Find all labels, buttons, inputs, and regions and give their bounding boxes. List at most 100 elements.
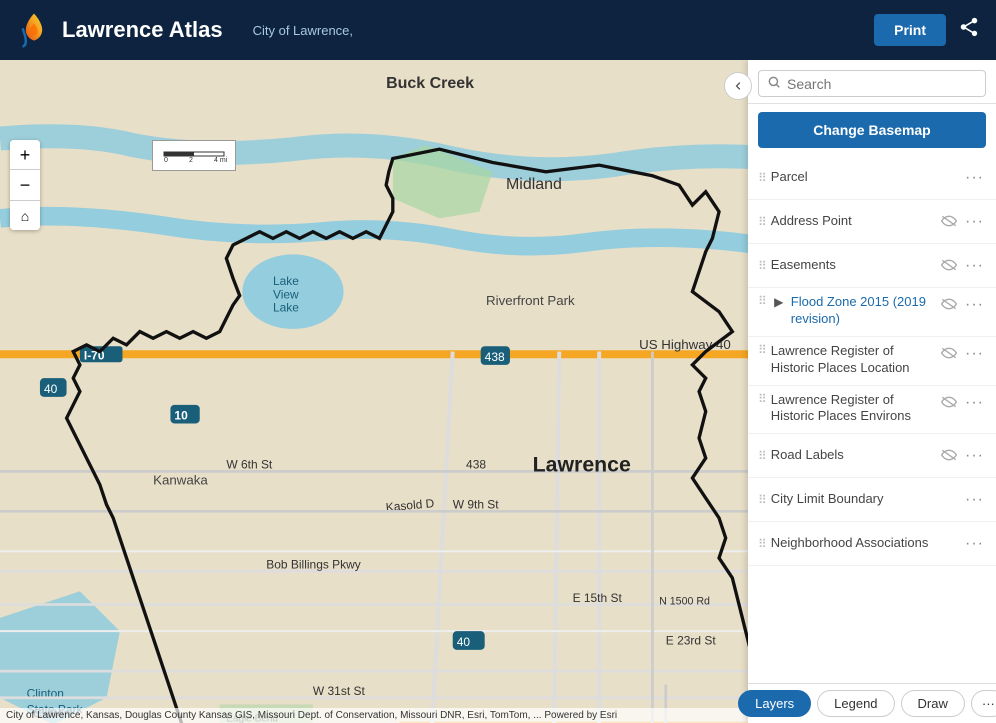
svg-text:Buck Creek: Buck Creek <box>386 75 474 92</box>
layer-eye-historic-location[interactable] <box>939 344 959 364</box>
drag-handle-historic-environs[interactable]: ⠿ <box>758 392 765 406</box>
layer-more-historic-location[interactable]: ··· <box>963 343 986 365</box>
scale-bar: 0 2 4 mi <box>152 140 236 171</box>
map-controls: + − ⌂ <box>10 140 40 230</box>
layer-name-city-boundary: City Limit Boundary <box>771 491 959 508</box>
layer-more-historic-environs[interactable]: ··· <box>963 392 986 414</box>
layer-name-parcel: Parcel <box>771 169 959 186</box>
layer-item-parcel: ⠿ Parcel ··· <box>748 156 996 200</box>
layer-item-address-point: ⠿ Address Point ··· <box>748 200 996 244</box>
drag-handle-road-labels[interactable]: ⠿ <box>758 449 765 463</box>
svg-text:438: 438 <box>485 350 505 364</box>
search-bar <box>748 60 996 104</box>
layer-name-flood-zone: Flood Zone 2015 (2019 revision) <box>791 294 935 328</box>
chevron-left-icon <box>732 80 744 92</box>
svg-text:Riverfront Park: Riverfront Park <box>486 293 575 308</box>
layer-name-historic-environs: Lawrence Register of Historic Places Env… <box>771 392 935 426</box>
layer-name-historic-location: Lawrence Register of Historic Places Loc… <box>771 343 935 377</box>
header-actions: Print <box>874 14 980 46</box>
drag-handle-historic-location[interactable]: ⠿ <box>758 343 765 357</box>
layer-more-address-point[interactable]: ··· <box>963 211 986 233</box>
tab-legend[interactable]: Legend <box>817 690 894 717</box>
drag-handle-parcel[interactable]: ⠿ <box>758 171 765 185</box>
svg-text:Midland: Midland <box>506 176 562 193</box>
svg-text:4 mi: 4 mi <box>214 157 228 164</box>
drag-handle-address-point[interactable]: ⠿ <box>758 215 765 229</box>
layer-actions-road-labels: ··· <box>939 445 986 467</box>
svg-text:Kanwaka: Kanwaka <box>153 473 208 488</box>
tab-draw[interactable]: Draw <box>901 690 965 717</box>
home-button[interactable]: ⌂ <box>10 200 40 230</box>
svg-text:Lawrence: Lawrence <box>533 452 631 476</box>
layer-eye-historic-environs[interactable] <box>939 393 959 413</box>
drag-handle-city-boundary[interactable]: ⠿ <box>758 493 765 507</box>
print-button[interactable]: Print <box>874 14 946 46</box>
tab-layers[interactable]: Layers <box>738 690 811 717</box>
tab-more[interactable]: ··· <box>971 690 996 717</box>
change-basemap-button[interactable]: Change Basemap <box>758 112 986 148</box>
layer-more-road-labels[interactable]: ··· <box>963 445 986 467</box>
drag-handle-neighborhood[interactable]: ⠿ <box>758 537 765 551</box>
svg-text:W 9th St: W 9th St <box>453 498 500 512</box>
layer-item-easements: ⠿ Easements ··· <box>748 244 996 288</box>
svg-text:N 1500 Rd: N 1500 Rd <box>659 596 710 608</box>
app-subtitle: City of Lawrence, <box>253 23 353 38</box>
drag-handle-easements[interactable]: ⠿ <box>758 259 765 273</box>
layer-actions-city-boundary: ··· <box>963 489 986 511</box>
zoom-out-button[interactable]: − <box>10 170 40 200</box>
svg-text:10: 10 <box>174 408 188 422</box>
layer-item-historic-location: ⠿ Lawrence Register of Historic Places L… <box>748 337 996 386</box>
layer-actions-historic-environs: ··· <box>939 392 986 414</box>
layer-eye-address-point[interactable] <box>939 212 959 232</box>
layer-more-city-boundary[interactable]: ··· <box>963 489 986 511</box>
layer-more-parcel[interactable]: ··· <box>963 167 986 189</box>
app-header: Lawrence Atlas City of Lawrence, Print <box>0 0 996 60</box>
share-button[interactable] <box>958 16 980 44</box>
layer-name-neighborhood: Neighborhood Associations <box>771 535 959 552</box>
svg-text:W 31st St: W 31st St <box>313 684 366 698</box>
layer-actions-flood-zone: ··· <box>939 294 986 316</box>
layer-item-neighborhood: ⠿ Neighborhood Associations ··· <box>748 522 996 566</box>
share-icon <box>958 16 980 38</box>
flame-logo <box>16 12 52 48</box>
svg-text:Lake: Lake <box>273 301 299 315</box>
zoom-in-button[interactable]: + <box>10 140 40 170</box>
svg-text:40: 40 <box>44 382 58 396</box>
layer-actions-easements: ··· <box>939 255 986 277</box>
layer-eye-easements[interactable] <box>939 256 959 276</box>
svg-text:E 23rd St: E 23rd St <box>666 633 717 647</box>
sidebar-collapse-button[interactable] <box>724 72 752 100</box>
bottom-tabs: Layers Legend Draw ··· <box>748 683 996 723</box>
sidebar: Change Basemap ⠿ Parcel ··· ⠿ Address Po… <box>748 60 996 723</box>
svg-text:2: 2 <box>189 157 193 164</box>
svg-text:Lake: Lake <box>273 274 299 288</box>
search-icon <box>767 75 781 92</box>
layer-more-easements[interactable]: ··· <box>963 255 986 277</box>
layer-item-road-labels: ⠿ Road Labels ··· <box>748 434 996 478</box>
expand-flood-zone[interactable]: ▶ <box>771 294 787 310</box>
layer-item-city-boundary: ⠿ City Limit Boundary ··· <box>748 478 996 522</box>
svg-text:E 15th St: E 15th St <box>573 591 623 605</box>
app-title: Lawrence Atlas <box>62 17 223 43</box>
layer-actions-historic-location: ··· <box>939 343 986 365</box>
layer-name-road-labels: Road Labels <box>771 447 935 464</box>
search-input[interactable] <box>787 76 977 92</box>
svg-text:40: 40 <box>457 635 471 649</box>
drag-handle-flood-zone[interactable]: ⠿ <box>758 294 765 308</box>
layer-eye-road-labels[interactable] <box>939 446 959 466</box>
layer-actions-address-point: ··· <box>939 211 986 233</box>
svg-text:Bob Billings Pkwy: Bob Billings Pkwy <box>266 558 360 572</box>
svg-text:438: 438 <box>466 458 486 472</box>
logo-area: Lawrence Atlas City of Lawrence, <box>16 12 874 48</box>
layer-item-flood-zone: ⠿ ▶ Flood Zone 2015 (2019 revision) ··· <box>748 288 996 337</box>
layer-more-flood-zone[interactable]: ··· <box>963 294 986 316</box>
layers-list: ⠿ Parcel ··· ⠿ Address Point ··· ⠿ <box>748 156 996 683</box>
svg-text:W 6th St: W 6th St <box>226 458 273 472</box>
map-attribution: City of Lawrence, Kansas, Douglas County… <box>0 708 748 723</box>
layer-more-neighborhood[interactable]: ··· <box>963 533 986 555</box>
svg-text:View: View <box>273 287 299 301</box>
layer-name-easements: Easements <box>771 257 935 274</box>
layer-eye-flood-zone[interactable] <box>939 295 959 315</box>
search-input-wrap <box>758 70 986 97</box>
layer-actions-neighborhood: ··· <box>963 533 986 555</box>
